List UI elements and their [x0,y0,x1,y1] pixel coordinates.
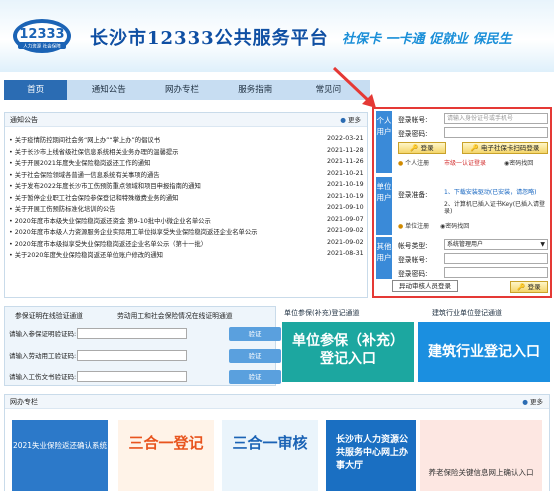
nav-guide[interactable]: 服务指南 [224,80,287,100]
notice-item-date: 2021-10-21 [327,169,364,177]
login-button[interactable]: 🔑 登录 [398,142,446,154]
card-scan-login-button[interactable]: 🔑 电子社保卡扫码登录 [462,142,548,154]
notice-more-link[interactable]: ● 更多 [340,113,361,127]
chevron-down-icon: ▼ [540,241,545,248]
notice-item-title[interactable]: • 2020年度市本级人力资源服务企业实际用工单位拟享受失业保险稳岗返还企业名单… [9,227,309,236]
tile-unemployment[interactable]: 2021失业保险返还确认系统 [12,420,108,491]
register-link[interactable]: ● 个人注册 [398,158,429,167]
tab-unit-user[interactable]: 单位用户 [376,177,392,235]
verify-row-2: 请输入劳动用工验证码: 验证 [9,349,281,363]
notice-item-date: 2021-10-19 [327,192,364,200]
unit-register-link[interactable]: ● 单位注册 [398,221,429,230]
type-label: 帐号类型: [398,242,428,250]
netdesk-more-link[interactable]: ● 更多 [522,395,543,409]
netdesk-title: 网办专栏 [10,398,38,406]
notice-item-title[interactable]: • 关于开展工伤预防标准化培训的公告 [9,204,309,213]
tile-hr-service-hall[interactable]: 长沙市人力资源公共服务中心网上办事大厅 [326,420,416,491]
notice-item-title[interactable]: • 关于疫情防控期间社会务“网上办”“掌上办”的倡议书 [9,135,309,144]
notice-item-title[interactable]: • 关于开展2021年度失业保险稳岗返还工作的通知 [9,158,309,167]
login-panel: 个人用户 登录帐号: 请输入身份证号或手机号 登录密码: 🔑 登录 🔑 电子社保… [372,107,552,298]
notice-item-title[interactable]: • 关于2020年度失业保险稳岗返还单位账户修改的通知 [9,250,309,259]
site-header: 12333 人力资源 社会保障 长沙市12333公共服务平台 社保卡 一卡通 促… [0,0,554,72]
notice-item-date: 2021-09-10 [327,204,364,211]
user-icon: ● [398,160,404,167]
notice-panel: 通知公告 ● 更多 • 关于疫情防控期间社会务“网上办”“掌上办”的倡议书 202… [4,112,368,298]
notice-title: 通知公告 [10,116,38,124]
tile-three-in-one-review[interactable]: 三合一审核 [222,420,318,491]
notice-item-date: 2022-03-21 [327,135,364,142]
notice-item-title[interactable]: • 关于社会保险领域各普通一信息系统有关事项的通告 [9,170,309,179]
other-account-input[interactable] [444,253,548,264]
nav-home[interactable]: 首页 [4,80,68,100]
main-nav: 首页 通知公告 网办专栏 服务指南 常见问 [4,80,370,100]
unit-channel-title: 单位参保(补充)登记通道 [284,309,360,317]
nav-online[interactable]: 网办专栏 [150,80,213,100]
nav-notice[interactable]: 通知公告 [77,80,140,100]
other-password-label: 登录密码: [398,270,428,278]
notice-item-title[interactable]: • 2020年度市本级拟享受失业保险稳岗返还企业名单公示（第十一批） [9,239,309,248]
tile-pension-confirm[interactable]: 养老保险关键信息网上确认入口 [420,420,542,491]
password-label: 登录密码: [398,130,428,138]
notice-item-title[interactable]: • 关于发布2022年度长沙市工伤预防重点领域和项目申报指南的通知 [9,181,309,190]
site-logo[interactable]: 12333 人力资源 社会保障 [12,16,82,56]
tab-labor-verify[interactable]: 劳动用工和社会保险情况在线证明通道 [117,310,233,320]
build-channel-title: 建筑行业单位登记通道 [432,309,502,317]
verify-input-3[interactable] [77,371,187,382]
other-login-button[interactable]: 🔑 登录 [510,281,548,293]
password-input[interactable] [444,127,548,138]
account-label: 登录帐号: [398,116,428,124]
notice-item-date: 2021-09-02 [327,238,364,246]
notice-item-date: 2021-10-19 [327,181,364,188]
verify-label: 请输入参保证明验证码: [9,330,77,338]
notice-item-date: 2021-11-26 [327,158,364,165]
notice-item-date: 2021-09-02 [327,227,364,234]
verify-row-1: 请输入参保证明验证码: 验证 [9,327,281,341]
verify-button-2[interactable]: 验证 [229,349,281,363]
key-icon: 🔑 [410,144,419,152]
key-icon: 🔑 [470,144,479,152]
site-slogan: 社保卡 一卡通 促就业 保民生 [342,32,512,47]
more-icon: ● [340,116,346,124]
key-icon: 🔑 [517,283,526,291]
forgot-password-link[interactable]: ◉密码找回 [504,158,533,167]
site-title: 长沙市12333公共服务平台 [90,28,329,49]
other-account-label: 登录帐号: [398,256,428,264]
unit-forgot-link[interactable]: ◉密码找回 [440,221,469,230]
notice-item-title[interactable]: • 2020年度市本级失业保险稳岗返还资金 第9-10批中小微企业名单公示 [9,216,309,225]
tab-personal-user[interactable]: 个人用户 [376,111,392,173]
tab-other-user[interactable]: 其他用户 [376,237,392,279]
notice-item-title[interactable]: • 关于暂停企业职工社会保险参保登记和特殊缴费业务的通知 [9,193,309,202]
staff-login-button[interactable]: 异动审核人员登录 [392,280,458,292]
cert-verify-panel: 参保证明在线验证通道 劳动用工和社会保险情况在线证明通道 请输入参保证明验证码:… [4,306,281,386]
notice-item-date: 2021-08-31 [327,250,364,257]
realname-login-link[interactable]: 市级一认证登录 [444,158,486,167]
unit-register-banner[interactable]: 单位参保（补充） 登记入口 [282,322,414,382]
verify-row-3: 请输入工伤文书验证码: 验证 [9,370,281,384]
prep-label: 登录准备: [398,191,428,199]
tab-cert-verify[interactable]: 参保证明在线验证通道 [15,310,83,320]
account-type-select[interactable]: 系统管理用户 ▼ [444,239,548,250]
other-password-input[interactable] [444,267,548,278]
notice-item-title[interactable]: • 关于长沙市上线省级社保信息系统相关业务办理的温馨提示 [9,147,309,156]
verify-button-3[interactable]: 验证 [229,370,281,384]
logo-number: 12333 [19,27,64,42]
more-icon: ● [522,398,528,406]
driver-download-link[interactable]: 1、下载安装驱动(已安装，请忽略) [444,187,548,196]
logo-subtitle: 人力资源 社会保障 [23,43,61,50]
verify-button-1[interactable]: 验证 [229,327,281,341]
verify-input-1[interactable] [77,328,187,339]
red-arrow-annotation [332,66,376,108]
verify-input-2[interactable] [77,350,187,361]
user-icon: ● [398,223,404,230]
verify-label: 请输入劳动用工验证码: [9,352,77,360]
notice-item-date: 2021-11-28 [327,146,364,154]
build-register-banner[interactable]: 建筑行业登记入口 [418,322,550,382]
tile-three-in-one-register[interactable]: 三合一登记 [118,420,214,491]
account-input[interactable]: 请输入身份证号或手机号 [444,113,548,124]
notice-item-date: 2021-09-07 [327,215,364,223]
cert-key-note: 2、计算机已插入证书Key(已插入请登录) [444,201,546,215]
verify-label: 请输入工伤文书验证码: [9,373,77,381]
